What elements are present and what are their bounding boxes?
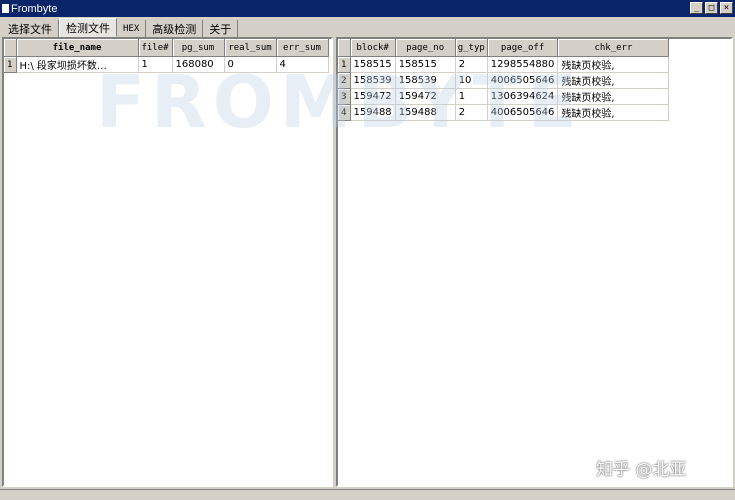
tab-bar: 选择文件 检测文件 HEX 高级检测 关于 (0, 17, 735, 37)
tab-hex[interactable]: HEX (117, 20, 147, 37)
corner-cell (4, 39, 17, 57)
g-typ-cell[interactable]: 10 (455, 72, 488, 89)
app-icon (2, 4, 9, 13)
file-no-cell[interactable]: 1 (138, 56, 173, 73)
block-cell[interactable]: 159488 (350, 104, 396, 121)
row-number[interactable]: 1 (4, 56, 17, 73)
chk-err-cell[interactable]: 残缺页校验, (557, 56, 670, 73)
row-number[interactable]: 4 (338, 104, 351, 121)
column-header-block[interactable]: block# (350, 39, 396, 57)
g-typ-cell[interactable]: 2 (455, 56, 488, 73)
page-off-cell[interactable]: 1306394624 (487, 88, 559, 105)
column-header-pg-sum[interactable]: pg_sum (172, 39, 225, 57)
chk-err-cell[interactable]: 残缺页校验, (557, 72, 670, 89)
column-header-err-sum[interactable]: err_sum (276, 39, 329, 57)
file-table: file_name file# pg_sum real_sum err_sum … (4, 39, 329, 73)
column-header-page-no[interactable]: page_no (395, 39, 456, 57)
g-typ-cell[interactable]: 2 (455, 104, 488, 121)
page-no-cell[interactable]: 159488 (395, 104, 456, 121)
tab-advanced-check[interactable]: 高级检测 (146, 20, 204, 37)
file-list-pane[interactable]: file_name file# pg_sum real_sum err_sum … (2, 37, 333, 487)
row-number[interactable]: 2 (338, 72, 351, 89)
table-row[interactable]: 1 158515 158515 2 1298554880 残缺页校验, (338, 56, 670, 73)
column-header-g-typ[interactable]: g_typ (455, 39, 488, 57)
file-name-cell[interactable]: H:\ 段家坝损坏数… (16, 56, 139, 73)
real-sum-cell[interactable]: 0 (224, 56, 277, 73)
row-number[interactable]: 1 (338, 56, 351, 73)
column-header-real-sum[interactable]: real_sum (224, 39, 277, 57)
block-cell[interactable]: 158539 (350, 72, 396, 89)
file-table-header: file_name file# pg_sum real_sum err_sum (4, 39, 329, 57)
error-table-header: block# page_no g_typ page_off chk_err (338, 39, 670, 57)
row-number[interactable]: 3 (338, 88, 351, 105)
chk-err-cell[interactable]: 残缺页校验, (557, 88, 670, 105)
tab-select-file[interactable]: 选择文件 (2, 20, 59, 37)
minimize-button[interactable]: _ (690, 2, 703, 14)
corner-cell (338, 39, 351, 57)
err-sum-cell[interactable]: 4 (276, 56, 329, 73)
block-cell[interactable]: 158515 (350, 56, 396, 73)
page-off-cell[interactable]: 1298554880 (487, 56, 559, 73)
block-cell[interactable]: 159472 (350, 88, 396, 105)
page-no-cell[interactable]: 158539 (395, 72, 456, 89)
chk-err-cell[interactable]: 残缺页校验, (557, 104, 670, 121)
page-off-cell[interactable]: 4006505646 (487, 72, 559, 89)
window-controls: _ □ × (690, 2, 733, 14)
error-detail-pane[interactable]: block# page_no g_typ page_off chk_err 1 … (336, 37, 733, 487)
tab-check-file[interactable]: 检测文件 (59, 18, 117, 37)
title-bar: Frombyte _ □ × (0, 0, 735, 17)
tab-about[interactable]: 关于 (203, 20, 239, 37)
column-header-page-off[interactable]: page_off (487, 39, 559, 57)
table-row[interactable]: 3 159472 159472 1 1306394624 残缺页校验, (338, 88, 670, 105)
close-button[interactable]: × (720, 2, 733, 14)
g-typ-cell[interactable]: 1 (455, 88, 488, 105)
page-no-cell[interactable]: 158515 (395, 56, 456, 73)
table-row[interactable]: 4 159488 159488 2 4006505646 残缺页校验, (338, 104, 670, 121)
maximize-button[interactable]: □ (705, 2, 718, 14)
column-header-file-no[interactable]: file# (138, 39, 173, 57)
page-no-cell[interactable]: 159472 (395, 88, 456, 105)
page-off-cell[interactable]: 4006505646 (487, 104, 559, 121)
status-bar (0, 489, 735, 500)
error-table: block# page_no g_typ page_off chk_err 1 … (338, 39, 670, 121)
column-header-file-name[interactable]: file_name (16, 39, 139, 57)
pg-sum-cell[interactable]: 168080 (172, 56, 225, 73)
table-row[interactable]: 1 H:\ 段家坝损坏数… 1 168080 0 4 (4, 56, 329, 73)
column-header-chk-err[interactable]: chk_err (557, 39, 670, 57)
table-row[interactable]: 2 158539 158539 10 4006505646 残缺页校验, (338, 72, 670, 89)
window-title: Frombyte (11, 2, 58, 15)
